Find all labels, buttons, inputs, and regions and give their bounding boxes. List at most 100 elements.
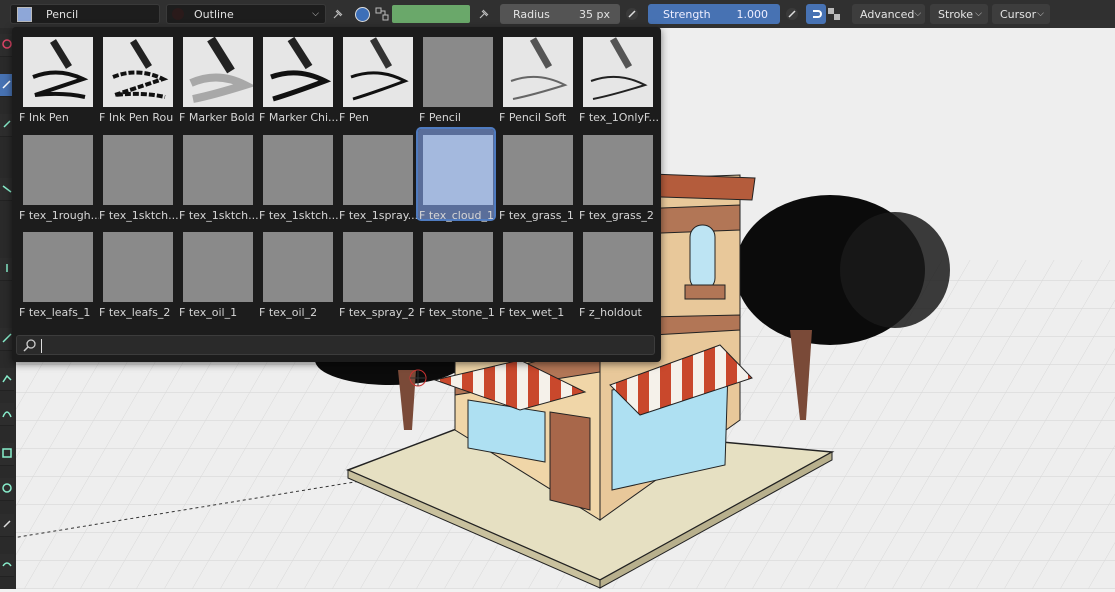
brush-item[interactable]: F tex_1rough... <box>18 129 99 222</box>
brush-label: F Pen <box>339 111 369 124</box>
brush-thumbnail <box>423 232 493 302</box>
tool-box-icon[interactable] <box>0 443 14 466</box>
brush-item[interactable]: F tex_wet_1 <box>498 226 574 319</box>
brush-thumbnail <box>23 232 93 302</box>
brush-item[interactable]: F tex_leafs_1 <box>18 226 94 319</box>
radius-field[interactable]: Radius 35 px <box>500 4 620 24</box>
tool-eyedropper-icon[interactable] <box>0 514 14 537</box>
checker-icon[interactable] <box>826 4 842 24</box>
chevron-down-icon: ⌵ <box>1037 9 1044 19</box>
tool-curve-icon[interactable] <box>0 554 14 577</box>
menu-cursor-label: Cursor <box>1000 7 1037 21</box>
brush-label: F tex_stone_1 <box>419 306 495 319</box>
menu-stroke[interactable]: Stroke ⌵ <box>930 4 988 24</box>
chevron-down-icon: ⌵ <box>312 9 319 19</box>
pin-icon[interactable] <box>473 4 493 24</box>
brush-label: F tex_1rough... <box>19 209 99 222</box>
brush-item[interactable]: F tex_1sktch... <box>258 129 339 222</box>
text-cursor <box>41 339 42 353</box>
brush-item[interactable]: F tex_spray_2 <box>338 226 415 319</box>
brush-thumbnail <box>23 37 93 107</box>
strength-label: Strength <box>663 7 711 21</box>
brush-label: F Pencil <box>419 111 461 124</box>
brush-item[interactable]: F tex_1sktch... <box>178 129 259 222</box>
brush-label: F tex_1OnlyF... <box>579 111 659 124</box>
brush-item[interactable]: F tex_grass_2 <box>578 129 654 222</box>
brush-label: F Ink Pen <box>19 111 69 124</box>
brush-thumbnail <box>183 232 253 302</box>
brush-search-field[interactable] <box>16 335 655 355</box>
brush-label: F tex_leafs_2 <box>99 306 171 319</box>
brush-label: F tex_1spray... <box>339 209 419 222</box>
menu-stroke-label: Stroke <box>938 7 974 21</box>
brush-label: F tex_grass_2 <box>579 209 654 222</box>
brush-label: F Marker Bold <box>179 111 255 124</box>
brush-item[interactable]: F tex_leafs_2 <box>98 226 174 319</box>
brush-thumbnail <box>263 135 333 205</box>
brush-thumbnail <box>343 135 413 205</box>
pin-icon[interactable] <box>327 4 347 24</box>
brush-item[interactable]: F Marker Chi... <box>258 31 339 124</box>
brush-thumbnail <box>423 37 493 107</box>
strength-value: 1.000 <box>736 7 769 21</box>
brush-item[interactable]: F tex_grass_1 <box>498 129 574 222</box>
brush-thumbnail <box>103 37 173 107</box>
chevron-down-icon: ⌵ <box>975 9 982 19</box>
brush-item[interactable]: F tex_1OnlyF... <box>578 31 659 124</box>
material-selector[interactable]: Outline ⌵ <box>166 4 326 24</box>
brush-item[interactable]: F Ink Pen Rou <box>98 31 174 124</box>
brush-label: F tex_1sktch... <box>259 209 339 222</box>
brush-label: F tex_cloud_1 <box>419 209 495 222</box>
menu-cursor[interactable]: Cursor ⌵ <box>992 4 1050 24</box>
brush-item[interactable]: F tex_stone_1 <box>418 226 495 319</box>
color-swatch[interactable] <box>392 4 472 24</box>
tool-polyline-icon[interactable] <box>0 368 14 391</box>
material-name: Outline <box>194 7 234 21</box>
material-sphere-icon <box>172 8 184 20</box>
brush-item[interactable]: F z_holdout <box>578 226 654 319</box>
chevron-down-icon: ⌵ <box>914 9 922 19</box>
brush-item[interactable]: F Marker Bold <box>178 31 256 124</box>
brush-item[interactable]: F tex_1sktch... <box>98 129 179 222</box>
tool-arc-icon[interactable] <box>0 403 14 426</box>
brush-label: F tex_wet_1 <box>499 306 565 319</box>
brush-thumbnail <box>343 37 413 107</box>
brush-item[interactable]: F tex_oil_1 <box>178 226 254 319</box>
brush-label: F z_holdout <box>579 306 642 319</box>
brush-label: F tex_leafs_1 <box>19 306 91 319</box>
brush-item[interactable]: F Pencil <box>418 31 494 124</box>
brush-thumbnail <box>423 135 493 205</box>
snapping-icon[interactable] <box>806 4 826 24</box>
brush-thumbnail <box>183 36 256 107</box>
brush-item[interactable]: F tex_oil_2 <box>258 226 334 319</box>
brush-item[interactable]: F tex_1spray... <box>338 129 418 222</box>
brush-label: F Pencil Soft <box>499 111 567 124</box>
brush-thumbnail <box>503 135 573 205</box>
brush-item[interactable]: F Pen <box>338 31 414 124</box>
brush-label: F tex_oil_2 <box>259 306 318 319</box>
radius-value: 35 px <box>579 7 610 21</box>
vertex-color-icon[interactable] <box>372 4 392 24</box>
brush-label: F tex_1sktch... <box>99 209 179 222</box>
brush-label: F Marker Chi... <box>259 111 339 124</box>
brush-thumbnail <box>503 37 573 107</box>
radius-label: Radius <box>513 7 550 21</box>
strength-slider[interactable]: Strength 1.000 <box>648 4 780 24</box>
menu-advanced[interactable]: Advanced ⌵ <box>852 4 925 24</box>
brush-thumbnail <box>343 232 413 302</box>
brush-item[interactable]: F Pencil Soft <box>498 31 574 124</box>
brush-item[interactable]: F tex_cloud_1 <box>416 127 496 222</box>
tool-circle-icon[interactable] <box>0 478 14 501</box>
brush-thumbnail <box>503 232 573 302</box>
brush-picker-popup: F Ink Pen F Ink Pen Rou F Marker Bold F Mar… <box>12 27 661 362</box>
color-mode-icon[interactable] <box>352 4 372 24</box>
pressure-icon[interactable] <box>622 4 642 24</box>
brush-item[interactable]: F Ink Pen <box>18 31 94 124</box>
brush-thumbnail <box>583 232 653 302</box>
brush-label: F tex_spray_2 <box>339 306 415 319</box>
brush-label: F tex_1sktch... <box>179 209 259 222</box>
tool-settings-header: Pencil Outline ⌵ Radius 35 px Strength 1… <box>0 0 1115 28</box>
brush-thumbnail <box>263 232 333 302</box>
brush-selector[interactable]: Pencil <box>10 4 160 24</box>
pressure-icon[interactable] <box>782 4 802 24</box>
